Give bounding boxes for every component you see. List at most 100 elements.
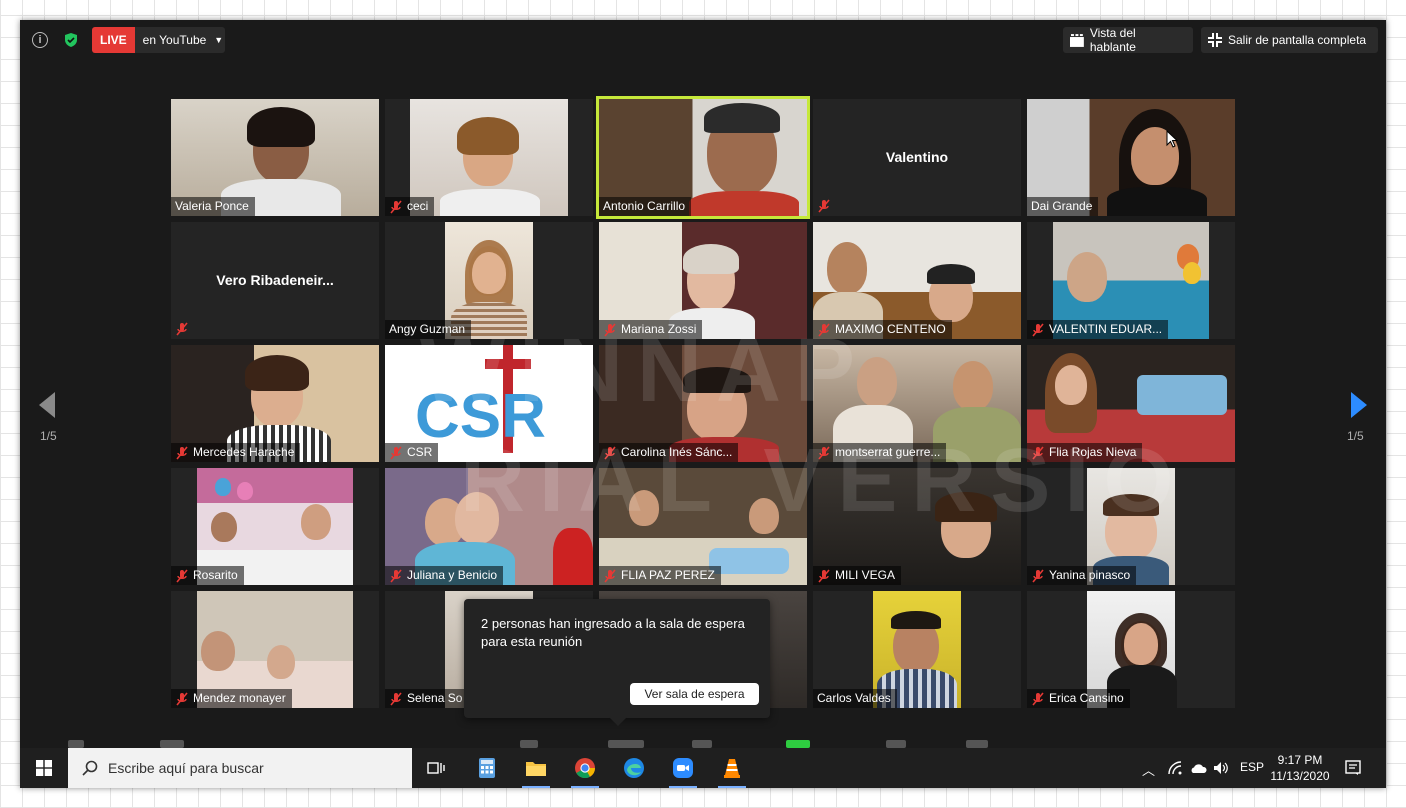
- microphone-muted-icon: [1032, 691, 1044, 706]
- file-explorer-icon[interactable]: [522, 754, 550, 788]
- microphone-muted-icon: [818, 445, 830, 460]
- participant-name: Rosarito: [171, 566, 244, 585]
- microphone-muted-icon: [1032, 445, 1044, 460]
- microphone-muted-icon: [604, 568, 616, 583]
- participant-tile[interactable]: Valentino: [813, 99, 1021, 216]
- mouse-cursor-icon: [1166, 130, 1178, 148]
- network-icon[interactable]: [1168, 761, 1184, 775]
- onedrive-cloud-icon[interactable]: [1189, 762, 1207, 774]
- participant-tile[interactable]: Angy Guzman: [385, 222, 593, 339]
- microphone-muted-icon: [390, 199, 402, 214]
- microphone-muted-icon: [390, 568, 402, 583]
- microphone-muted-icon: [176, 322, 188, 336]
- exit-fullscreen-label: Salir de pantalla completa: [1228, 33, 1367, 47]
- participant-tile[interactable]: MILI VEGA: [813, 468, 1021, 585]
- reactions-button[interactable]: [966, 740, 988, 748]
- live-stream-dropdown[interactable]: LIVE en YouTube ▼: [92, 27, 225, 53]
- previous-page-arrow-icon[interactable]: [39, 392, 55, 418]
- vlc-icon[interactable]: [718, 754, 746, 788]
- participants-button[interactable]: [608, 740, 644, 748]
- microphone-muted-icon: [390, 691, 402, 706]
- microphone-muted-icon: [604, 445, 616, 460]
- participant-name-center: Valentino: [885, 149, 949, 165]
- participant-name: Carolina Inés Sánc...: [599, 443, 739, 462]
- taskbar-search-box[interactable]: Escribe aquí para buscar: [68, 748, 412, 788]
- search-placeholder: Escribe aquí para buscar: [108, 760, 264, 776]
- page-indicator: 1/5: [40, 429, 57, 443]
- participant-tile-active-speaker[interactable]: Antonio Carrillo: [596, 96, 810, 219]
- participant-name-center: Vero Ribadeneir...: [216, 272, 334, 288]
- taskbar-clock[interactable]: 9:17 PM 11/13/2020: [1266, 752, 1334, 784]
- participant-tile[interactable]: Vero Ribadeneir...: [171, 222, 379, 339]
- participant-tile[interactable]: Yanina pinasco: [1027, 468, 1235, 585]
- participant-name: Carlos Valdes: [813, 689, 897, 708]
- windows-logo-icon: [36, 760, 52, 776]
- live-target-label: en YouTube: [142, 33, 207, 47]
- mute-button[interactable]: [68, 740, 84, 748]
- microphone-muted-icon: [818, 568, 830, 583]
- clock-time: 9:17 PM: [1277, 753, 1323, 767]
- task-view-icon[interactable]: [422, 754, 450, 782]
- participant-tile[interactable]: Flia Rojas Nieva: [1027, 345, 1235, 462]
- view-waiting-room-button[interactable]: Ver sala de espera: [630, 683, 759, 705]
- speaker-view-button[interactable]: Vista del hablante: [1063, 26, 1193, 54]
- microphone-muted-icon: [818, 322, 830, 337]
- shield-icon[interactable]: [63, 32, 79, 48]
- meeting-top-bar: i LIVE en YouTube ▼ Vista del hablante S…: [20, 20, 1386, 60]
- volume-icon[interactable]: [1213, 761, 1229, 775]
- participant-tile[interactable]: Mendez monayer: [171, 591, 379, 708]
- participant-tile[interactable]: Rosarito: [171, 468, 379, 585]
- participant-tile[interactable]: montserrat guerre...: [813, 345, 1021, 462]
- page-indicator: 1/5: [1347, 429, 1364, 443]
- microphone-muted-icon: [818, 199, 830, 213]
- live-badge: LIVE: [92, 27, 135, 53]
- participant-tile[interactable]: MAXIMO CENTENO: [813, 222, 1021, 339]
- next-page-arrow-icon[interactable]: [1351, 392, 1367, 418]
- microphone-muted-icon: [176, 691, 188, 706]
- svg-text:CSR: CSR: [415, 382, 546, 451]
- share-screen-button[interactable]: [786, 740, 810, 748]
- participant-tile[interactable]: Valeria Ponce: [171, 99, 379, 216]
- participant-tile[interactable]: Dai Grande: [1027, 99, 1235, 216]
- participant-tile[interactable]: Erica Cansino: [1027, 591, 1235, 708]
- start-button[interactable]: [20, 748, 68, 788]
- participant-name: CSR: [385, 443, 439, 462]
- popup-tail: [609, 717, 627, 726]
- video-button[interactable]: [160, 740, 184, 748]
- edge-icon[interactable]: [620, 754, 648, 782]
- notifications-icon[interactable]: [1345, 760, 1361, 776]
- chrome-icon[interactable]: [571, 754, 599, 788]
- participant-tile[interactable]: Juliana y Benicio: [385, 468, 593, 585]
- chat-button[interactable]: [692, 740, 712, 748]
- participant-name: Erica Cansino: [1027, 689, 1130, 708]
- exit-fullscreen-icon: [1208, 33, 1222, 47]
- participant-name: Flia Rojas Nieva: [1027, 443, 1143, 462]
- participant-tile[interactable]: FLIA PAZ PEREZ: [599, 468, 807, 585]
- participant-tile[interactable]: Carolina Inés Sánc...: [599, 345, 807, 462]
- show-hidden-icons-chevron-up-icon[interactable]: ︿: [1142, 760, 1155, 779]
- participant-tile[interactable]: VALENTIN EDUAR...: [1027, 222, 1235, 339]
- participant-name: Mendez monayer: [171, 689, 292, 708]
- record-button[interactable]: [886, 740, 906, 748]
- speaker-view-icon: [1070, 33, 1084, 47]
- zoom-icon[interactable]: [669, 754, 697, 788]
- participant-name: ceci: [385, 197, 435, 216]
- speaker-view-label: Vista del hablante: [1089, 26, 1136, 54]
- participant-tile[interactable]: CSR CSR: [385, 345, 593, 462]
- participant-name: MAXIMO CENTENO: [813, 320, 952, 339]
- participant-tile[interactable]: Mercedes Harache: [171, 345, 379, 462]
- participant-tile[interactable]: Carlos Valdes: [813, 591, 1021, 708]
- participant-tile[interactable]: ceci: [385, 99, 593, 216]
- waiting-room-notification: 2 personas han ingresado a la sala de es…: [464, 599, 770, 718]
- windows-taskbar: Escribe aquí para buscar ︿ ESP 9:17 PM 1…: [20, 748, 1386, 788]
- microphone-muted-icon: [1032, 568, 1044, 583]
- calculator-icon[interactable]: [473, 754, 501, 782]
- microphone-muted-icon: [176, 568, 188, 583]
- chevron-down-icon: ▼: [214, 35, 224, 45]
- participant-tile[interactable]: Mariana Zossi: [599, 222, 807, 339]
- security-button[interactable]: [520, 740, 538, 748]
- input-language[interactable]: ESP: [1240, 760, 1264, 774]
- exit-fullscreen-button[interactable]: Salir de pantalla completa: [1201, 27, 1378, 53]
- info-icon[interactable]: i: [32, 32, 48, 48]
- participant-name: Juliana y Benicio: [385, 566, 504, 585]
